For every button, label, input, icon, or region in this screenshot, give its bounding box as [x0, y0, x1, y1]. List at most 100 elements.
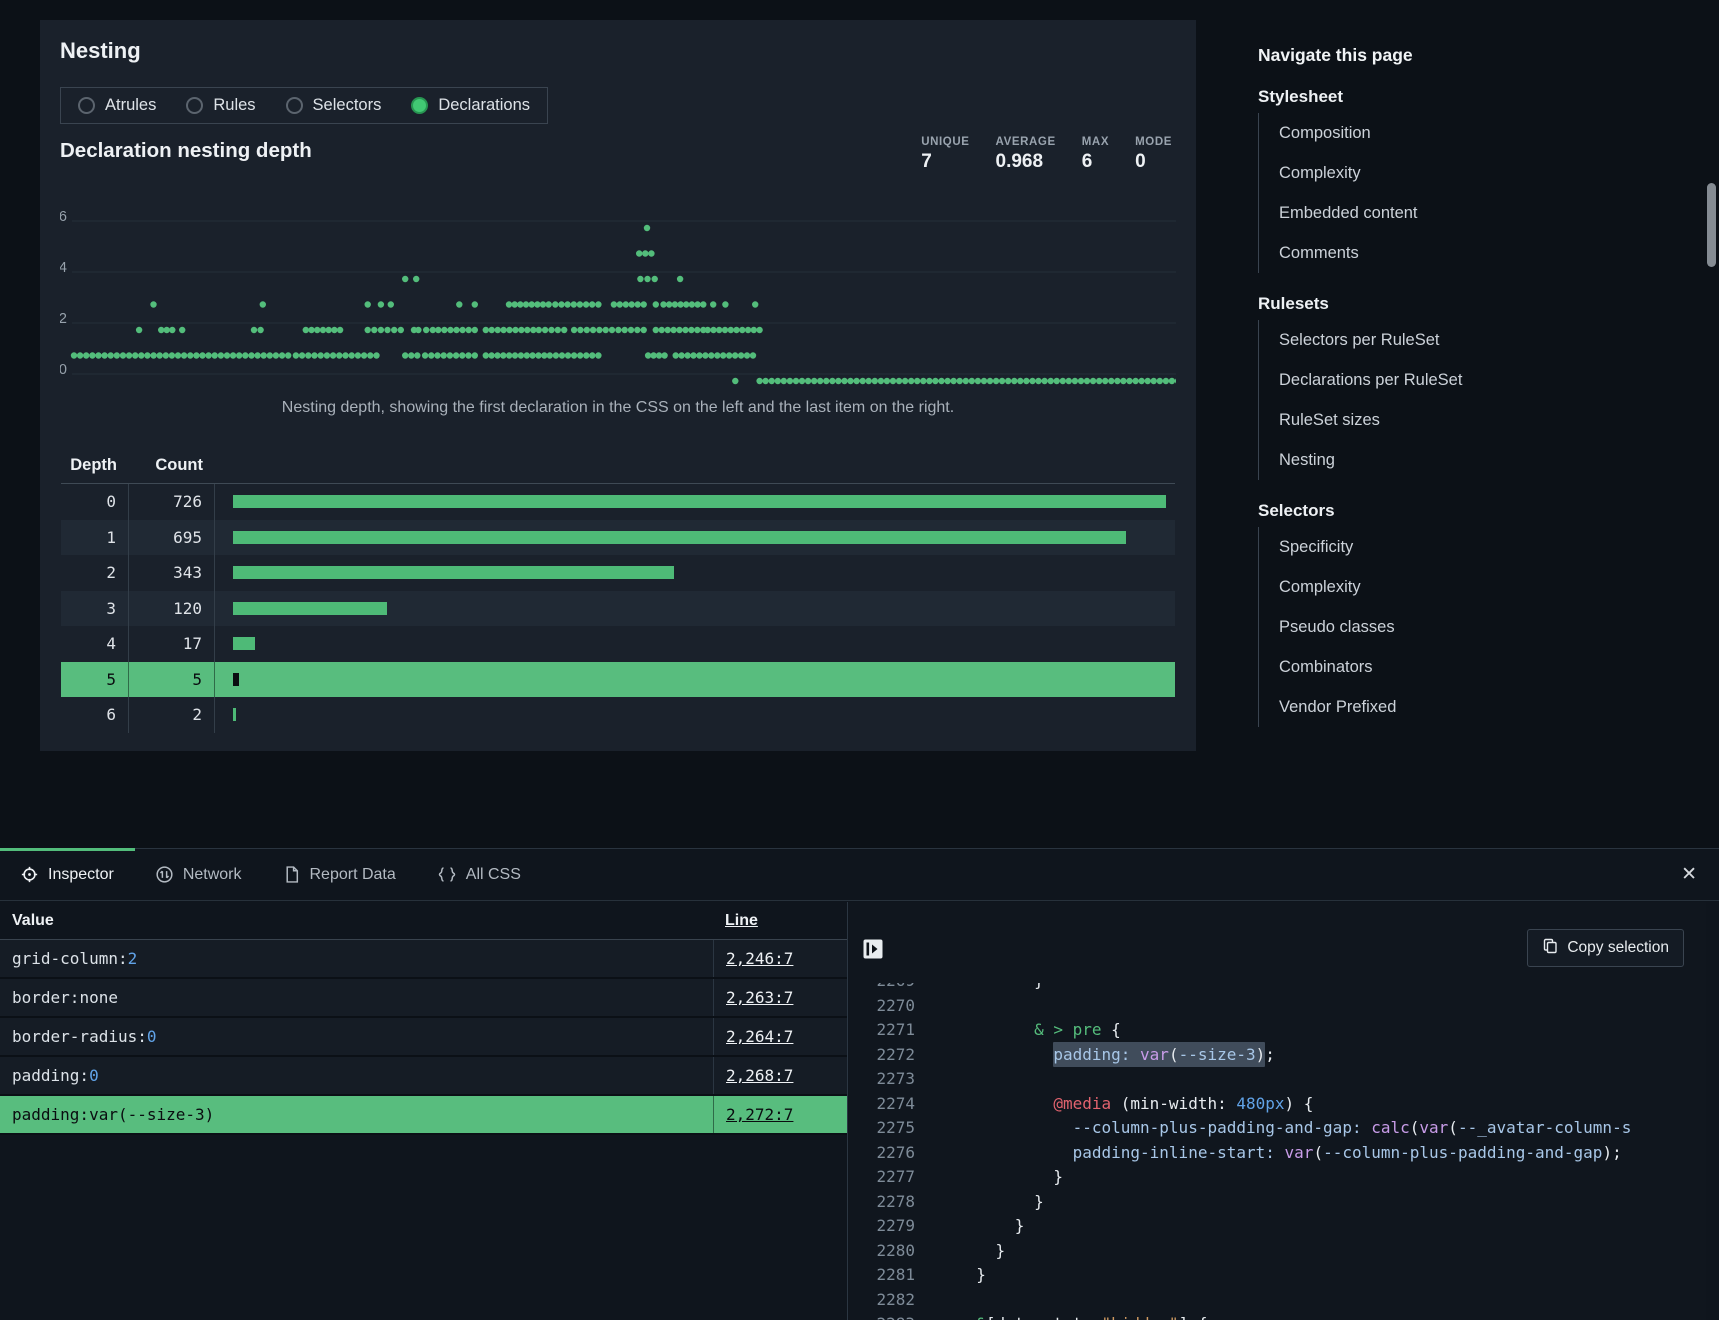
y-tick-label: 4	[60, 260, 67, 276]
scatter-dot	[752, 301, 758, 307]
scatter-dot	[169, 327, 175, 333]
scatter-dot	[769, 378, 775, 384]
metric-radio-rules[interactable]: Rules	[186, 96, 255, 115]
scatter-dot	[318, 352, 324, 358]
code-token: padding:	[1053, 1045, 1130, 1064]
depth-table-row: 0726	[61, 484, 1175, 520]
line-column-header[interactable]: Line	[713, 902, 847, 939]
scatter-dot	[120, 352, 126, 358]
scatter-dot	[611, 301, 617, 307]
scatter-dot	[595, 301, 601, 307]
scatter-dot	[677, 301, 683, 307]
metric-radio-selectors[interactable]: Selectors	[286, 96, 382, 115]
scatter-dot	[540, 301, 546, 307]
line-link[interactable]: 2,263:7	[726, 988, 793, 1007]
code-text: }	[915, 1239, 1005, 1264]
close-icon[interactable]: ✕	[1681, 865, 1697, 884]
inspector-row[interactable]: padding: var(--size-3)2,272:7	[0, 1096, 847, 1135]
depth-cell: 1	[61, 520, 129, 556]
code-line: 2280 }	[849, 1239, 1706, 1264]
scatter-dot	[483, 327, 489, 333]
devtools-body: Value Line grid-column: 22,246:7border: …	[0, 902, 1719, 1320]
scatter-dot	[739, 327, 745, 333]
nav-item-composition[interactable]: Composition	[1259, 113, 1470, 153]
tab-network[interactable]: Network	[135, 849, 263, 900]
scatter-dot	[634, 327, 640, 333]
all-css-icon	[438, 866, 456, 883]
panel-toggle-icon[interactable]	[863, 939, 883, 959]
line-number: 2281	[849, 1263, 915, 1288]
scatter-dot	[672, 301, 678, 307]
devtools-tabbar: Inspector Network Report Data All CSS ✕	[0, 849, 1719, 901]
inspector-table: Value Line grid-column: 22,246:7border: …	[0, 902, 848, 1320]
scatter-dot	[645, 352, 651, 358]
code-scroll-area[interactable]: 2269 }22702271 & > pre {2272 padding: va…	[849, 983, 1706, 1320]
nav-item-ruleset-sizes[interactable]: RuleSet sizes	[1259, 400, 1470, 440]
scatter-dot	[678, 352, 684, 358]
inspector-row[interactable]: border-radius: 02,264:7	[0, 1018, 847, 1057]
line-link[interactable]: 2,246:7	[726, 949, 793, 968]
network-icon	[156, 866, 173, 883]
nav-item-complexity[interactable]: Complexity	[1259, 153, 1470, 193]
line-link[interactable]: 2,268:7	[726, 1066, 793, 1085]
code-token: }	[996, 1241, 1006, 1260]
scatter-dot	[1017, 378, 1023, 384]
scatter-dot	[926, 378, 932, 384]
line-link[interactable]: 2,264:7	[726, 1027, 793, 1046]
scatter-dot	[896, 378, 902, 384]
scatter-dot	[653, 327, 659, 333]
scatter-dot	[650, 352, 656, 358]
scatter-dot	[762, 378, 768, 384]
scatter-dot	[847, 378, 853, 384]
nav-item-combinators[interactable]: Combinators	[1259, 647, 1470, 687]
scatter-dot	[799, 378, 805, 384]
scatter-dot	[738, 352, 744, 358]
nav-item-selectors-per-ruleset[interactable]: Selectors per RuleSet	[1259, 320, 1470, 360]
inspector-row[interactable]: padding: 02,268:7	[0, 1057, 847, 1096]
code-token: ] {	[1179, 1314, 1208, 1320]
scatter-dot	[829, 378, 835, 384]
nav-item-nesting[interactable]: Nesting	[1259, 440, 1470, 480]
code-text	[915, 994, 957, 1019]
tab-all-css[interactable]: All CSS	[417, 849, 542, 900]
page-scrollbar-thumb[interactable]	[1707, 183, 1716, 267]
inspector-row[interactable]: grid-column: 22,246:7	[0, 940, 847, 979]
tab-report-data[interactable]: Report Data	[263, 849, 417, 900]
scatter-dot	[415, 327, 421, 333]
scatter-dot	[224, 352, 230, 358]
scatter-dot	[603, 327, 609, 333]
nav-item-complexity[interactable]: Complexity	[1259, 567, 1470, 607]
nav-item-vendor-prefixed[interactable]: Vendor Prefixed	[1259, 687, 1470, 727]
stat-mode: MODE0	[1135, 136, 1172, 173]
nav-item-specificity[interactable]: Specificity	[1259, 527, 1470, 567]
copy-selection-button[interactable]: Copy selection	[1527, 929, 1684, 967]
nav-item-embedded-content[interactable]: Embedded content	[1259, 193, 1470, 233]
scatter-dot	[714, 352, 720, 358]
code-token: ;	[1265, 1045, 1275, 1064]
nav-item-comments[interactable]: Comments	[1259, 233, 1470, 273]
chart-stats: UNIQUE7AVERAGE0.968MAX6MODE0	[921, 136, 1172, 173]
line-link[interactable]: 2,272:7	[726, 1105, 793, 1124]
metric-radio-declarations[interactable]: Declarations	[411, 96, 530, 115]
nav-item-pseudo-classes[interactable]: Pseudo classes	[1259, 607, 1470, 647]
depth-cell: 2	[61, 555, 129, 591]
tab-label: All CSS	[466, 866, 521, 884]
nav-item-declarations-per-ruleset[interactable]: Declarations per RuleSet	[1259, 360, 1470, 400]
tab-inspector[interactable]: Inspector	[0, 849, 135, 900]
metric-radio-group: Atrules Rules Selectors Declarations	[60, 87, 548, 124]
depth-cell: 4	[61, 626, 129, 662]
scatter-dot	[1102, 378, 1108, 384]
inspector-row[interactable]: border: none2,263:7	[0, 979, 847, 1018]
scatter-dot	[950, 378, 956, 384]
line-number: 2270	[849, 994, 915, 1019]
scatter-dot	[642, 250, 648, 256]
code-text: }	[915, 1165, 1063, 1190]
scatter-dot	[914, 378, 920, 384]
metric-radio-atrules[interactable]: Atrules	[78, 96, 156, 115]
property-value: none	[79, 988, 118, 1007]
radio-icon	[186, 97, 203, 114]
tab-label: Network	[183, 866, 242, 884]
scatter-dot	[890, 378, 896, 384]
line-number: 2282	[849, 1288, 915, 1313]
scatter-dot	[1163, 378, 1169, 384]
